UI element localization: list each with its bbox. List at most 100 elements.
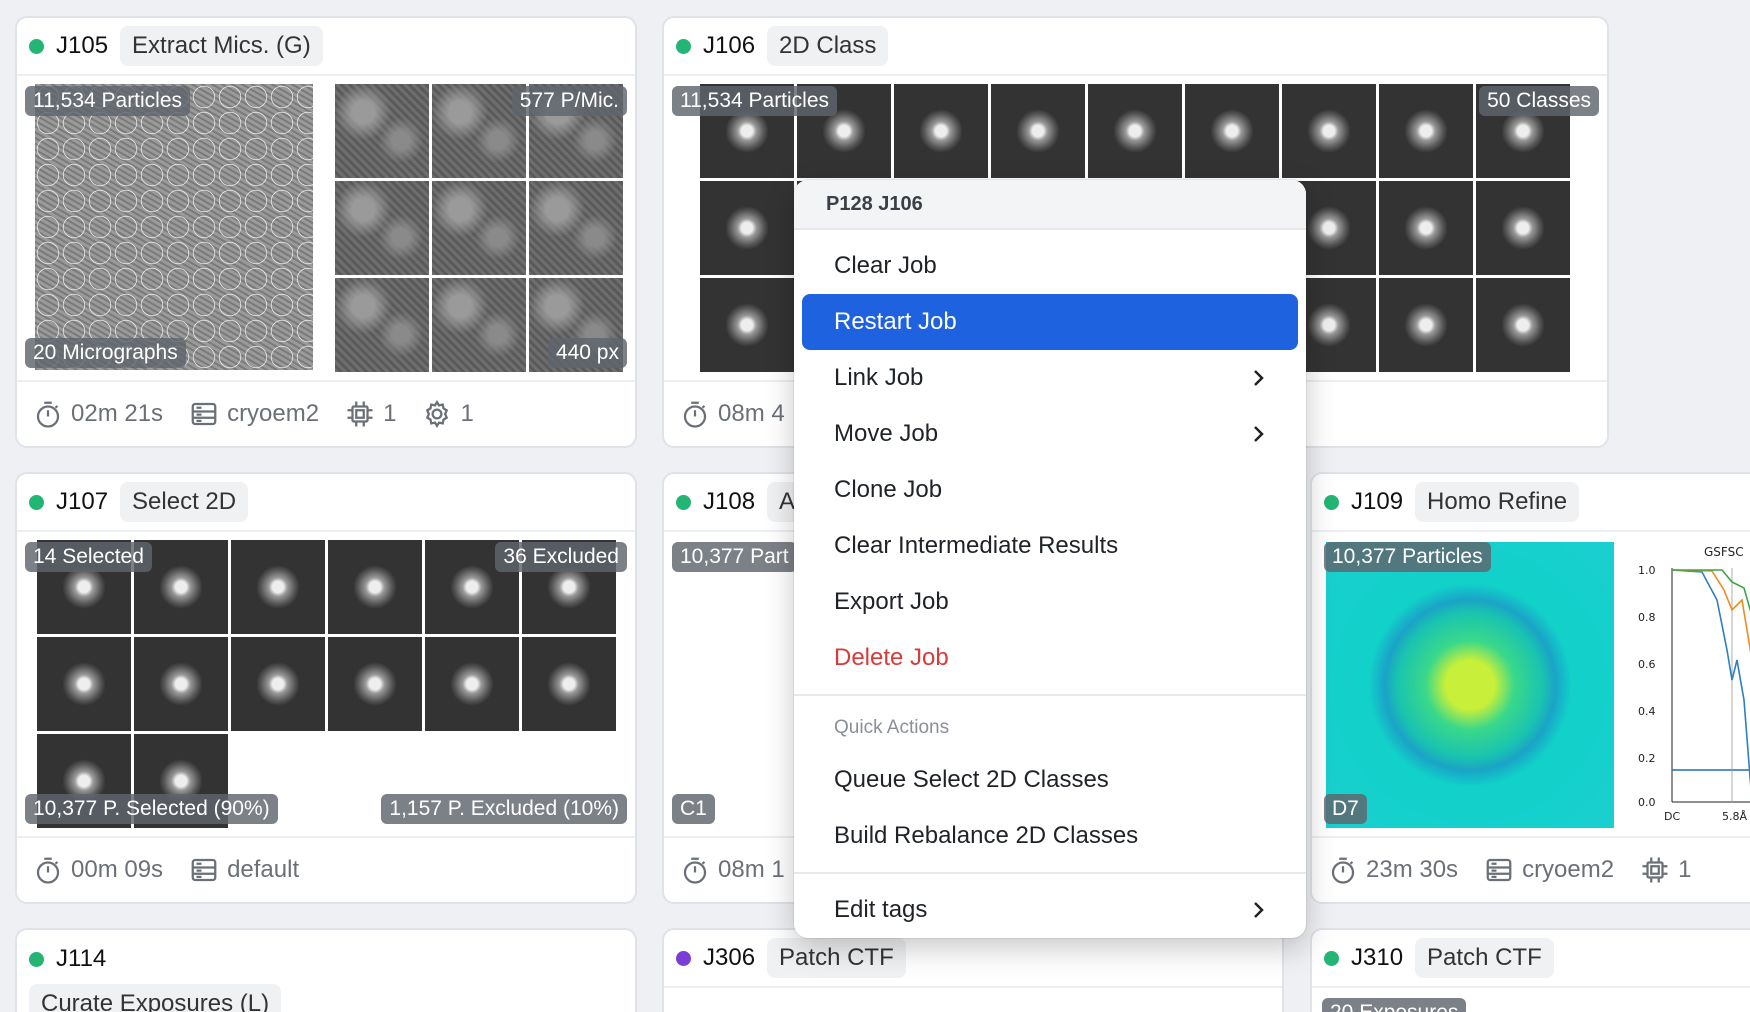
selected-class-grid: [37, 540, 616, 828]
job-context-menu: P128 J106 Clear Job Restart Job Link Job…: [794, 180, 1306, 938]
menu-item-move-job[interactable]: Move Job: [802, 406, 1298, 462]
job-id: J106: [703, 32, 756, 59]
px-badge: 440 px: [547, 338, 627, 368]
chevron-right-icon: [1254, 426, 1264, 442]
runtime-stat: 00m 09s: [33, 855, 163, 885]
p-excluded-badge: 1,157 P. Excluded (10%): [381, 794, 627, 824]
job-type: Curate Exposures (L): [29, 984, 282, 1012]
card-footer: 00m 09s default: [17, 836, 635, 902]
card-header: J109 Homo Refine: [1312, 474, 1750, 532]
y-tick: 1.0: [1638, 564, 1656, 577]
job-type: Homo Refine: [1415, 482, 1580, 522]
job-type: Select 2D: [120, 482, 249, 522]
status-dot: [29, 494, 44, 510]
chip-icon: [347, 401, 373, 427]
card-footer: 02m 21s cryoem2 1 1: [17, 380, 635, 446]
x-tick: DC: [1664, 810, 1680, 823]
job-id: J107: [56, 488, 109, 515]
stopwatch-icon: [1331, 857, 1355, 884]
excluded-badge: 36 Excluded: [495, 542, 627, 572]
status-dot: [676, 38, 691, 54]
menu-item-restart-job[interactable]: Restart Job: [802, 294, 1298, 350]
particles-badge: 10,377 Particles: [1324, 542, 1491, 572]
menu-item-link-job[interactable]: Link Job: [802, 350, 1298, 406]
card-header: J306 Patch CTF: [664, 930, 1282, 988]
menu-item-clear-job[interactable]: Clear Job: [802, 238, 1298, 294]
gpu-stat: 1: [1640, 855, 1691, 885]
job-id: J105: [56, 32, 109, 59]
card-footer: 23m 30s cryoem2 1: [1312, 836, 1750, 902]
server-icon: [191, 402, 217, 426]
per-mic-badge: 577 P/Mic.: [511, 86, 627, 116]
card-header: J107 Select 2D: [17, 474, 635, 532]
job-card-j306[interactable]: J306 Patch CTF: [662, 928, 1284, 1012]
job-card-j107[interactable]: J107 Select 2D 14 Selected 36 Excluded 1…: [15, 472, 637, 904]
symmetry-badge: D7: [1324, 794, 1367, 824]
micrographs-badge: 20 Micrographs: [25, 338, 186, 368]
job-card-j114[interactable]: J114 Curate Exposures (L): [15, 928, 637, 1012]
status-dot: [676, 494, 691, 510]
runtime-stat: 08m 1: [680, 855, 785, 885]
classes-badge: 50 Classes: [1479, 86, 1599, 116]
stopwatch-icon: [36, 401, 60, 428]
job-type: 2D Class: [767, 26, 889, 66]
menu-title: P128 J106: [794, 180, 1306, 230]
card-header: J114: [17, 930, 635, 988]
selected-badge: 14 Selected: [25, 542, 152, 572]
particles-badge: 11,534 Particles: [25, 86, 191, 116]
job-card-j109[interactable]: J109 Homo Refine 10,377 Particles D7 GSF…: [1310, 472, 1750, 904]
chip-icon: [1642, 857, 1668, 883]
symmetry-badge: C1: [672, 794, 715, 824]
card-header: J105 Extract Mics. (G): [17, 18, 635, 76]
y-tick: 0.4: [1638, 705, 1656, 718]
p-selected-badge: 10,377 P. Selected (90%): [25, 794, 278, 824]
chevron-right-icon: [1254, 902, 1264, 918]
menu-item-export-job[interactable]: Export Job: [802, 574, 1298, 630]
job-id: J310: [1351, 944, 1404, 971]
job-id: J108: [703, 488, 756, 515]
runtime-stat: 02m 21s: [33, 399, 163, 429]
particle-grid: [335, 84, 623, 372]
menu-item-queue-select-2d[interactable]: Queue Select 2D Classes: [802, 752, 1298, 808]
menu-item-delete-job[interactable]: Delete Job: [802, 630, 1298, 686]
menu-divider: [794, 694, 1306, 696]
x-tick: 5.8Å: [1722, 810, 1747, 823]
fsc-legend: GSFSC: [1704, 545, 1744, 559]
job-type: Patch CTF: [1415, 938, 1554, 978]
status-dot: [676, 950, 691, 966]
card-header: J310 Patch CTF: [1312, 930, 1750, 988]
runtime-stat: 23m 30s: [1328, 855, 1458, 885]
particles-badge: 10,377 Part: [672, 542, 797, 572]
menu-item-clone-job[interactable]: Clone Job: [802, 462, 1298, 518]
runtime-stat: 08m 4: [680, 399, 785, 429]
job-id: J306: [703, 944, 756, 971]
threads-stat: 1: [422, 399, 474, 429]
menu-item-clear-intermediate-results[interactable]: Clear Intermediate Results: [802, 518, 1298, 574]
job-card-j105[interactable]: J105 Extract Mics. (G) 11,534 Particles …: [15, 16, 637, 448]
lane-stat: cryoem2: [189, 399, 319, 429]
job-type: Patch CTF: [767, 938, 906, 978]
status-dot: [1324, 950, 1339, 966]
job-type: Extract Mics. (G): [120, 26, 323, 66]
chevron-right-icon: [1254, 370, 1264, 386]
menu-item-edit-tags[interactable]: Edit tags: [802, 882, 1298, 938]
stopwatch-icon: [683, 857, 707, 884]
fsc-plot: GSFSC 1.0 0.8 0.6 0.4 0.2 0.0 DC 5.8Å: [1638, 545, 1750, 823]
y-tick: 0.0: [1638, 796, 1656, 809]
menu-divider: [794, 872, 1306, 874]
lane-stat: cryoem2: [1484, 855, 1614, 885]
job-id: J109: [1351, 488, 1404, 515]
lane-stat: default: [189, 855, 299, 885]
menu-item-build-rebalance-2d[interactable]: Build Rebalance 2D Classes: [802, 808, 1298, 864]
y-tick: 0.6: [1638, 658, 1656, 671]
status-dot: [29, 951, 44, 967]
status-dot: [1324, 494, 1339, 510]
job-card-j310[interactable]: J310 Patch CTF 20 Exposures: [1310, 928, 1750, 1012]
server-icon: [1486, 858, 1512, 882]
fsc-curve-orange: [1671, 569, 1750, 653]
micrograph-image: [35, 84, 313, 370]
density-map-image: [1326, 542, 1614, 828]
quick-actions-label: Quick Actions: [834, 717, 950, 738]
gear-icon: [426, 399, 449, 429]
exposures-badge: 20 Exposures: [1322, 998, 1467, 1012]
